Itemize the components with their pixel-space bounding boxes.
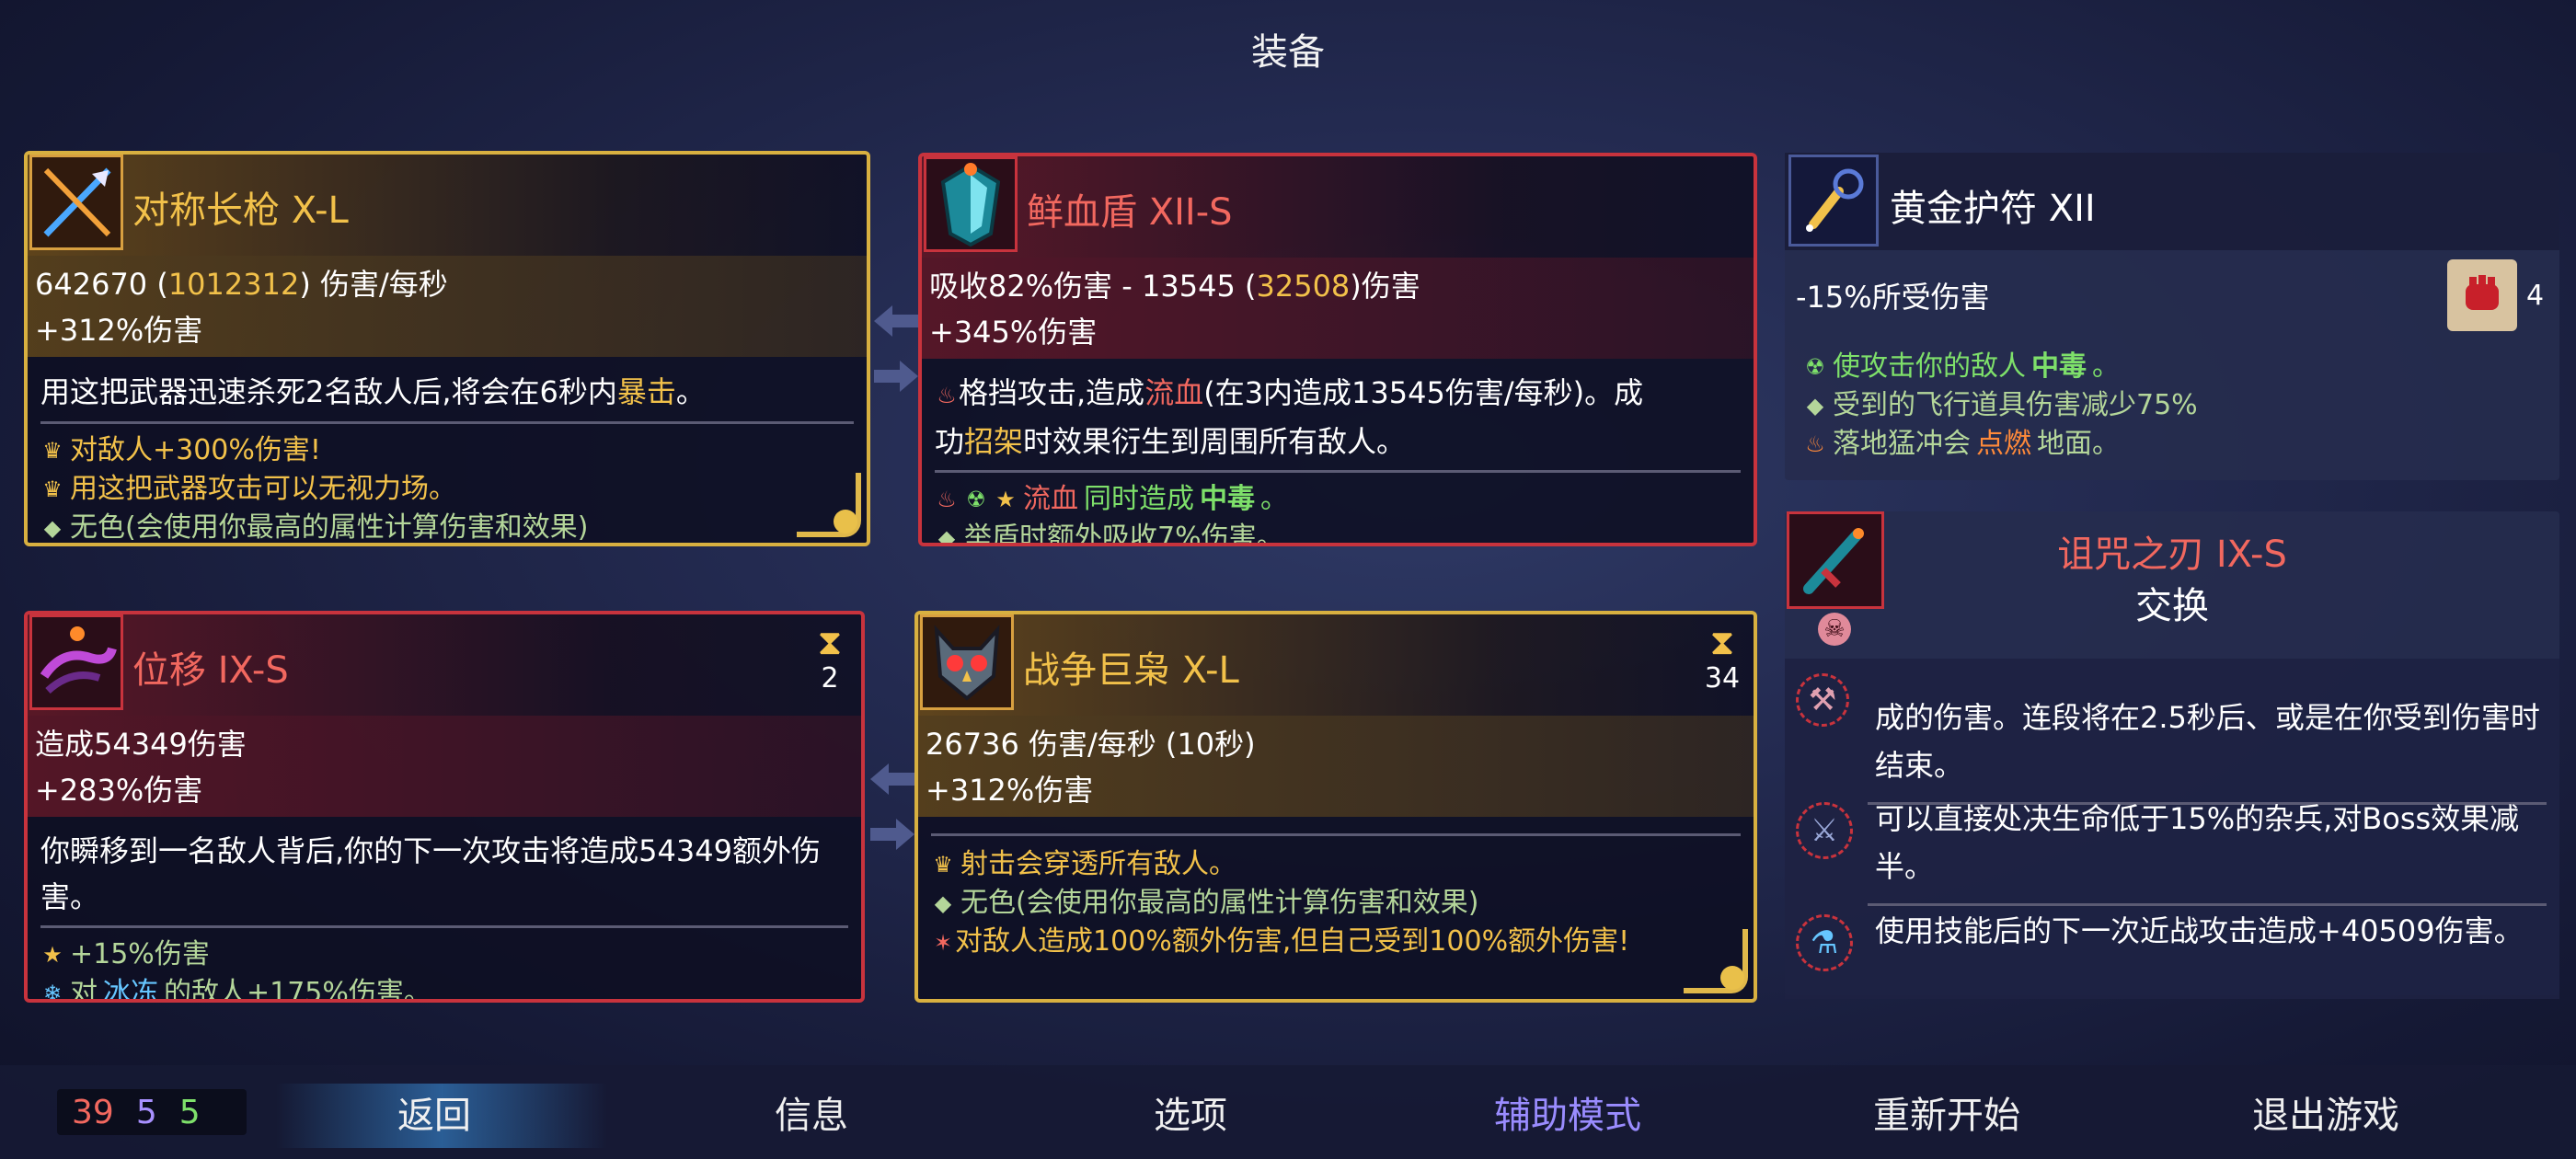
restart-button[interactable]: 重新开始	[1809, 1085, 2085, 1139]
curse-icon: ✶	[933, 930, 953, 956]
mod-2-text: 可以直接处决生命低于15%的杂兵,对Boss效果减半。	[1875, 801, 2520, 884]
shield-card[interactable]: 鲜血盾 XII-S 吸收82%伤害 - 13545 (32508)伤害 +345…	[918, 153, 1757, 546]
page-title: 装备	[1251, 31, 1325, 74]
frost-icon: ❄	[42, 981, 63, 1003]
weapon-name: 对称长枪 X-L	[132, 189, 349, 232]
crown-icon: ♛	[42, 476, 63, 502]
star-icon: ★	[42, 942, 63, 968]
amulet-stat: -15%所受伤害	[1796, 280, 1990, 315]
skill-card-teleport[interactable]: 位移 IX-S ⧗ 2 造成54349伤害 +283%伤害 你瞬移到一名敌人背后,…	[24, 611, 865, 1003]
swap-mods-list: ⚒ 成的伤害。连段将在2.5秒后、或是在你受到伤害时结束。 ⚔ 可以直接处决生命…	[1785, 659, 2559, 999]
weapon-dps-boost: 1012312	[167, 267, 300, 302]
hourglass-icon: ⧗	[1709, 622, 1735, 662]
blood-drop-icon: ♨	[937, 487, 957, 512]
shield-perk-2: ◆ 举盾时额外吸收7%伤害。	[935, 519, 1741, 546]
back-button[interactable]: 返回	[296, 1085, 572, 1139]
shield-description: ♨格挡攻击,造成流血(在3内造成13545伤害/每秒)。成 功招架时效果衍生到周…	[935, 370, 1741, 473]
skill-bonus: +312%伤害	[926, 773, 1094, 808]
swap-button[interactable]: 交换	[1785, 576, 2559, 629]
skill-bonus: +283%伤害	[35, 773, 203, 808]
diamond-icon: ◆	[43, 515, 62, 541]
skill-perk-2: ❄ 对冰冻 的敌人+175%伤害。	[40, 974, 848, 1003]
weapon-bonus: +312%伤害	[35, 313, 203, 348]
assist-mode-button[interactable]: 辅助模式	[1430, 1085, 1706, 1139]
weapon-perk-2: ♛ 用这把武器攻击可以无视力场。	[40, 470, 854, 509]
quit-button[interactable]: 退出游戏	[2188, 1085, 2464, 1139]
blood-shield-icon	[924, 156, 1018, 252]
spear-icon	[29, 155, 123, 250]
skill-card-owl[interactable]: 战争巨枭 X-L ⧗ 34 26736 伤害/每秒 (10秒) +312%伤害 ♛…	[914, 611, 1757, 1003]
potion-icon: ⚗	[1796, 914, 1853, 971]
star-icon: ★	[995, 487, 1016, 512]
count-purple: 5	[135, 1093, 157, 1131]
shield-bonus: +345%伤害	[929, 315, 1098, 350]
hourglass-icon: ⧗	[817, 622, 843, 662]
weapon-description: 用这把武器迅速杀死2名敌人后,将会在6秒内暴击。	[40, 368, 854, 424]
arrow-right-icon	[874, 361, 918, 392]
legendary-corner-icon	[1684, 929, 1748, 993]
options-button[interactable]: 选项	[1052, 1085, 1328, 1139]
skill-damage: 造成54349伤害	[35, 727, 247, 762]
poison-icon: ☢	[966, 487, 986, 512]
cooldown: ⧗ 2	[811, 622, 848, 694]
poison-icon: ☢	[1805, 354, 1825, 380]
crown-icon: ♛	[42, 438, 63, 464]
weapon-dps: 642670	[35, 267, 148, 302]
weapon-perk-1: ♛ 对敌人+300%伤害!	[40, 431, 854, 470]
amulet-name: 黄金护符 XII	[1890, 188, 2096, 230]
amulet-count: 4	[2526, 280, 2545, 312]
legendary-corner-icon	[797, 473, 861, 537]
amulet-effect-1: ☢ 使攻击你的敌人 中毒。	[1803, 348, 2198, 386]
weapon-card-primary[interactable]: 对称长枪 X-L 642670 (1012312) 伤害/每秒 +312%伤害 …	[24, 151, 870, 546]
skill-perk-3: ✶对敌人造成100%额外伤害,但自己受到100%额外伤害!	[931, 923, 1741, 962]
arrow-left-icon	[870, 763, 914, 795]
shield-perk-1: ♨ ☢ ★ 流血 同时造成 中毒。	[935, 480, 1741, 519]
execute-icon: ⚔	[1796, 802, 1853, 859]
diamond-icon: ◆	[937, 525, 956, 546]
amulet-icon	[1788, 155, 1879, 247]
skill-name: 战争巨枭 X-L	[1023, 649, 1239, 692]
skill-perk-1: ♛ 射击会穿透所有敌人。	[931, 845, 1741, 884]
skill-description: 你瞬移到一名敌人背后,你的下一次攻击将造成54349额外伤害。	[40, 828, 848, 928]
diamond-icon: ◆	[934, 890, 952, 916]
combo-icon: ⚒	[1796, 673, 1849, 727]
skill-perk-2: ◆ 无色(会使用你最高的属性计算伤害和效果)	[931, 884, 1741, 923]
swap-item-name: 诅咒之刃 IX-S	[2057, 534, 2287, 576]
shield-absorb: 吸收82%伤害 - 13545 (32508)伤害	[929, 269, 1420, 304]
crown-icon: ♛	[933, 852, 953, 878]
count-green: 5	[178, 1093, 201, 1131]
arrow-right-icon	[870, 819, 914, 850]
diamond-icon: ◆	[1806, 393, 1824, 419]
arrow-left-icon	[874, 305, 918, 337]
skill-name: 位移 IX-S	[132, 649, 289, 692]
weapon-dps-unit: 伤害/每秒	[319, 267, 448, 302]
shield-name: 鲜血盾 XII-S	[1027, 191, 1233, 234]
mod-1-text: 成的伤害。连段将在2.5秒后、或是在你受到伤害时结束。	[1875, 700, 2540, 783]
count-red: 39	[72, 1093, 114, 1131]
mod-3-text: 使用技能后的下一次近战攻击造成+40509伤害。	[1875, 913, 2524, 948]
teleport-skill-icon	[29, 614, 123, 710]
weapon-perk-3: ◆ 无色(会使用你最高的属性计算伤害和效果)	[40, 509, 854, 543]
amulet-effect-2: ◆ 受到的飞行道具伤害减少75%	[1803, 386, 2198, 425]
amulet-panel[interactable]: 黄金护符 XII -15%所受伤害 4 ☢ 使攻击你的敌人 中毒。 ◆ 受到的飞行道具…	[1785, 153, 2559, 480]
fire-icon: ♨	[1805, 431, 1825, 457]
war-owl-icon	[920, 614, 1014, 710]
fist-scroll-icon	[2447, 259, 2517, 331]
skill-damage: 26736 伤害/每秒 (10秒)	[926, 727, 1256, 762]
amulet-effect-3: ♨ 落地猛冲会 点燃 地面。	[1803, 425, 2198, 464]
blood-drop-icon: ♨	[937, 383, 957, 408]
skill-perk-1: ★ +15%伤害	[40, 935, 848, 974]
cooldown: ⧗ 34	[1704, 622, 1741, 694]
info-button[interactable]: 信息	[673, 1085, 949, 1139]
cell-counts: 39 5 5	[57, 1089, 247, 1135]
